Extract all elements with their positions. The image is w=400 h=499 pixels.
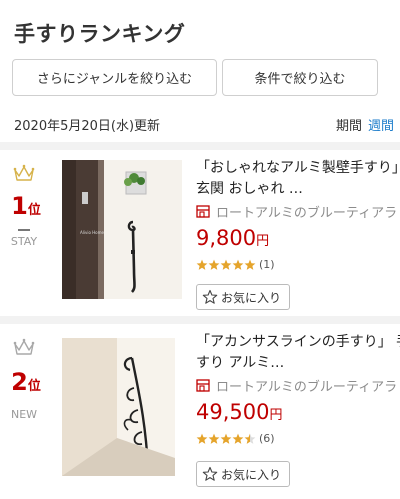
star-outline-icon	[202, 466, 218, 481]
page-title: 手すりランキング	[14, 22, 186, 46]
star-icon	[244, 259, 256, 270]
rank-stay-indicator	[18, 229, 30, 231]
shop-name: ロートアルミのブルーティアラ	[216, 380, 398, 395]
star-icon	[220, 259, 232, 270]
shop-icon	[196, 205, 210, 218]
product-info: 「おしゃれなアルミ製壁手すり」 玄関 おしゃれ … ロートアルミのブルーティアラ…	[196, 150, 400, 316]
price: 49,500円	[196, 400, 283, 424]
crown-icon	[13, 338, 35, 355]
rating[interactable]: (1)	[196, 258, 275, 271]
rank-column: 2位 NEW	[0, 324, 50, 499]
rating[interactable]: (6)	[196, 432, 275, 445]
crown-icon	[13, 164, 35, 181]
filter-genre-button[interactable]: さらにジャンルを絞り込む	[12, 59, 217, 96]
rank-number: 1位	[11, 192, 41, 220]
star-icon	[208, 259, 220, 270]
star-icon	[196, 259, 208, 270]
period-weekly-link[interactable]: 週間	[368, 119, 394, 134]
rank-number: 2位	[11, 368, 41, 396]
shop-link[interactable]: ロートアルミのブルーティアラ	[196, 202, 400, 221]
svg-text:Alivio Home: Alivio Home	[80, 230, 105, 235]
review-count: (1)	[259, 258, 275, 271]
product-name[interactable]: 「おしゃれなアルミ製壁手すり」 玄関 おしゃれ …	[196, 158, 400, 200]
shop-link[interactable]: ロートアルミのブルーティアラ	[196, 376, 400, 395]
favorite-button[interactable]: お気に入り	[196, 284, 290, 310]
price: 9,800円	[196, 226, 270, 250]
product-name[interactable]: 「アカンサスラインの手すり」 手すり アルミ…	[196, 332, 400, 374]
period-selector: 期間 週間	[336, 115, 394, 134]
ranking-header: 手すりランキング さらにジャンルを絞り込む 条件で絞り込む 2020年5月20日…	[0, 0, 400, 142]
star-icon	[196, 433, 208, 444]
shop-name: ロートアルミのブルーティアラ	[216, 206, 398, 221]
filter-condition-button[interactable]: 条件で絞り込む	[222, 59, 378, 96]
rank-column: 1位 STAY	[0, 150, 50, 316]
favorite-label: お気に入り	[221, 290, 282, 305]
favorite-label: お気に入り	[221, 467, 282, 482]
star-icon	[232, 433, 244, 444]
review-count: (6)	[259, 432, 275, 445]
update-date: 2020年5月20日(水)更新	[14, 119, 161, 134]
star-icon	[220, 433, 232, 444]
rank-change: STAY	[10, 235, 38, 248]
product-info: 「アカンサスラインの手すり」 手すり アルミ… ロートアルミのブルーティアラ 4…	[196, 324, 400, 499]
star-icon	[232, 259, 244, 270]
shop-icon	[196, 379, 210, 392]
rating-stars	[196, 433, 256, 445]
favorite-button[interactable]: お気に入り	[196, 461, 290, 487]
product-image[interactable]	[62, 338, 175, 476]
period-label: 期間	[335, 119, 362, 134]
ranking-item[interactable]: 2位 NEW 「アカンサスラインの手すり」 手すり アルミ… ロートアルミのブル…	[0, 324, 400, 499]
star-icon	[208, 433, 220, 444]
star-outline-icon	[202, 289, 218, 304]
rank-change: NEW	[10, 408, 38, 421]
rating-stars	[196, 259, 256, 271]
ranking-item[interactable]: 1位 STAY Alivio Home 「おしゃれなアルミ製壁手すり」 玄関 お…	[0, 150, 400, 316]
product-image[interactable]: Alivio Home	[62, 160, 182, 299]
star-icon	[244, 433, 256, 444]
